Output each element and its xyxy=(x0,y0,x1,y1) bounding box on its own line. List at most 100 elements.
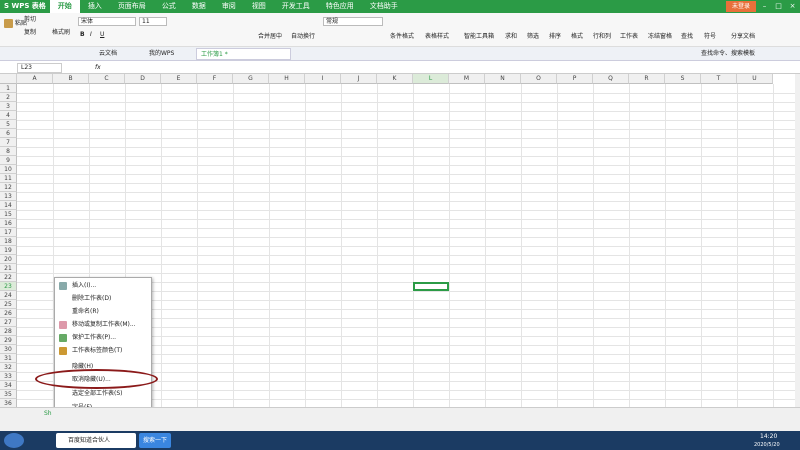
name-box[interactable]: L23 xyxy=(17,63,62,73)
column-header-C[interactable]: C xyxy=(89,74,125,84)
menu-item-select-all[interactable]: 选定全部工作表(S) xyxy=(55,388,151,400)
font-size-select[interactable]: 11 xyxy=(139,17,167,26)
row-header-20[interactable]: 20 xyxy=(0,255,17,264)
row-header-5[interactable]: 5 xyxy=(0,120,17,129)
tab-assistant[interactable]: 文档助手 xyxy=(362,0,406,13)
tab-my-wps[interactable]: 我的WPS xyxy=(145,48,178,60)
row-header-12[interactable]: 12 xyxy=(0,183,17,192)
close-icon[interactable]: × xyxy=(787,1,798,12)
command-search[interactable]: 查找命令、搜索模板 xyxy=(697,48,759,60)
row-header-21[interactable]: 21 xyxy=(0,264,17,273)
column-header-K[interactable]: K xyxy=(377,74,413,84)
login-button[interactable]: 未登录 xyxy=(725,1,756,12)
column-header-A[interactable]: A xyxy=(17,74,53,84)
column-header-M[interactable]: M xyxy=(449,74,485,84)
find-button[interactable]: 查找 xyxy=(681,33,693,41)
active-cell[interactable] xyxy=(413,282,449,291)
select-all-corner[interactable] xyxy=(0,74,17,84)
row-header-8[interactable]: 8 xyxy=(0,147,17,156)
column-header-H[interactable]: H xyxy=(269,74,305,84)
row-col-button[interactable]: 行和列 xyxy=(593,33,611,41)
row-header-28[interactable]: 28 xyxy=(0,327,17,336)
tab-insert[interactable]: 插入 xyxy=(80,0,110,13)
app-menu-button[interactable]: S WPS 表格 xyxy=(0,0,50,13)
sum-button[interactable]: 求和 xyxy=(505,33,517,41)
row-header-17[interactable]: 17 xyxy=(0,228,17,237)
column-header-L[interactable]: L xyxy=(413,74,449,84)
column-header-E[interactable]: E xyxy=(161,74,197,84)
row-header-26[interactable]: 26 xyxy=(0,309,17,318)
italic-button[interactable]: I xyxy=(90,31,92,39)
row-header-15[interactable]: 15 xyxy=(0,210,17,219)
table-style-button[interactable]: 表格样式 xyxy=(425,33,449,41)
tab-view[interactable]: 视图 xyxy=(244,0,274,13)
sheet-tab[interactable]: Sh xyxy=(44,410,52,418)
smart-toolbox-button[interactable]: 智能工具箱 xyxy=(464,33,494,41)
column-header-U[interactable]: U xyxy=(737,74,773,84)
taskbar-search-input[interactable]: 百度知道合伙人 xyxy=(56,433,136,448)
column-header-G[interactable]: G xyxy=(233,74,269,84)
sort-button[interactable]: 排序 xyxy=(549,33,561,41)
tab-review[interactable]: 审阅 xyxy=(214,0,244,13)
row-header-11[interactable]: 11 xyxy=(0,174,17,183)
cut-button[interactable]: 剪切 xyxy=(24,16,36,24)
row-header-33[interactable]: 33 xyxy=(0,372,17,381)
row-header-23[interactable]: 23 xyxy=(0,282,17,291)
menu-item-protect[interactable]: 保护工作表(P)... xyxy=(55,332,151,344)
worksheet-button[interactable]: 工作表 xyxy=(620,33,638,41)
row-header-30[interactable]: 30 xyxy=(0,345,17,354)
format-painter-button[interactable]: 格式刷 xyxy=(52,29,70,37)
fx-icon[interactable]: fx xyxy=(95,64,101,72)
wrap-text-button[interactable]: 自动换行 xyxy=(291,33,315,41)
row-header-24[interactable]: 24 xyxy=(0,291,17,300)
column-header-J[interactable]: J xyxy=(341,74,377,84)
row-header-34[interactable]: 34 xyxy=(0,381,17,390)
row-header-1[interactable]: 1 xyxy=(0,84,17,93)
column-header-R[interactable]: R xyxy=(629,74,665,84)
menu-item-tab-color[interactable]: 工作表标签颜色(T) xyxy=(55,345,151,357)
menu-item-move-copy[interactable]: 移动或复制工作表(M)... xyxy=(55,319,151,331)
tab-data[interactable]: 数据 xyxy=(184,0,214,13)
column-header-N[interactable]: N xyxy=(485,74,521,84)
freeze-panes-button[interactable]: 冻结窗格 xyxy=(648,33,672,41)
row-header-19[interactable]: 19 xyxy=(0,246,17,255)
column-header-I[interactable]: I xyxy=(305,74,341,84)
start-button[interactable] xyxy=(4,433,24,448)
column-header-B[interactable]: B xyxy=(53,74,89,84)
tab-features[interactable]: 特色应用 xyxy=(318,0,362,13)
conditional-format-button[interactable]: 条件格式 xyxy=(390,33,414,41)
bold-button[interactable]: B xyxy=(80,31,85,39)
column-header-F[interactable]: F xyxy=(197,74,233,84)
row-header-6[interactable]: 6 xyxy=(0,129,17,138)
row-header-16[interactable]: 16 xyxy=(0,219,17,228)
menu-item-rename[interactable]: 重命名(R) xyxy=(55,306,151,318)
row-header-32[interactable]: 32 xyxy=(0,363,17,372)
minimize-icon[interactable]: – xyxy=(759,1,770,12)
row-header-22[interactable]: 22 xyxy=(0,273,17,282)
row-header-10[interactable]: 10 xyxy=(0,165,17,174)
row-header-29[interactable]: 29 xyxy=(0,336,17,345)
row-header-18[interactable]: 18 xyxy=(0,237,17,246)
menu-item-delete-sheet[interactable]: 删除工作表(D) xyxy=(55,293,151,305)
column-header-S[interactable]: S xyxy=(665,74,701,84)
font-select[interactable]: 宋体 xyxy=(78,17,136,26)
copy-button[interactable]: 复制 xyxy=(24,29,36,37)
filter-button[interactable]: 筛选 xyxy=(527,33,539,41)
number-format-select[interactable]: 常规 xyxy=(323,17,383,26)
row-header-7[interactable]: 7 xyxy=(0,138,17,147)
column-header-D[interactable]: D xyxy=(125,74,161,84)
tab-home[interactable]: 开始 xyxy=(49,0,80,13)
merge-center-button[interactable]: 合并居中 xyxy=(258,33,282,41)
vertical-scrollbar[interactable] xyxy=(795,74,800,407)
menu-item-insert[interactable]: 插入(I)... xyxy=(55,280,151,292)
row-header-25[interactable]: 25 xyxy=(0,300,17,309)
symbol-button[interactable]: 符号 xyxy=(704,33,716,41)
row-header-14[interactable]: 14 xyxy=(0,201,17,210)
tab-formula[interactable]: 公式 xyxy=(154,0,184,13)
row-header-35[interactable]: 35 xyxy=(0,390,17,399)
tab-workbook[interactable]: 工作簿1 * xyxy=(196,48,291,60)
share-doc-button[interactable]: 分享文档 xyxy=(731,33,755,41)
column-header-P[interactable]: P xyxy=(557,74,593,84)
tab-cloud-docs[interactable]: 云文档 xyxy=(95,48,121,60)
row-header-4[interactable]: 4 xyxy=(0,111,17,120)
